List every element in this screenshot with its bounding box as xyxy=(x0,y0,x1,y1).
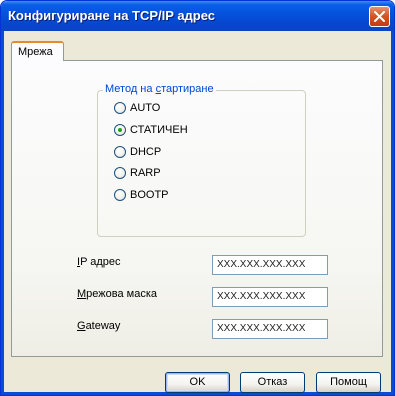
radio-button[interactable] xyxy=(114,124,126,136)
close-button[interactable] xyxy=(369,6,390,27)
radio-button[interactable] xyxy=(114,189,126,201)
radio-button[interactable] xyxy=(114,146,126,158)
radio-button[interactable] xyxy=(114,102,126,114)
cancel-button[interactable]: Отказ xyxy=(240,372,305,393)
window-frame-right xyxy=(391,31,394,395)
gateway-label: Gateway xyxy=(77,320,121,332)
ip-address-field[interactable]: XXX.XXX.XXX.XXX xyxy=(212,255,328,275)
radio-bootp-label: BOOTP xyxy=(130,189,169,201)
boot-method-group xyxy=(97,90,306,237)
radio-static-label: СТАТИЧЕН xyxy=(130,124,188,136)
radio-button[interactable] xyxy=(114,167,126,179)
radio-rarp-label: RARP xyxy=(130,167,161,179)
radio-selected-dot xyxy=(118,128,122,132)
boot-method-label: Метод на стартиране xyxy=(103,83,216,95)
gateway-field[interactable]: XXX.XXX.XXX.XXX xyxy=(212,319,328,339)
subnet-mask-label: Мрежова маска xyxy=(77,288,158,300)
help-button[interactable]: Помощ xyxy=(316,372,381,393)
tab-network[interactable]: Мрежа xyxy=(11,41,64,61)
window-frame-left xyxy=(1,31,4,395)
title-bar[interactable]: Конфигуриране на TCP/IP адрес xyxy=(1,1,394,31)
close-icon xyxy=(374,11,385,22)
ok-button[interactable]: OK xyxy=(165,372,230,393)
window-title: Конфигуриране на TCP/IP адрес xyxy=(8,8,216,23)
radio-auto-label: AUTO xyxy=(130,102,161,114)
tab-network-label: Мрежа xyxy=(18,46,53,58)
radio-dhcp-label: DHCP xyxy=(130,146,162,158)
ip-address-label: IP адрес xyxy=(77,256,121,268)
subnet-mask-field[interactable]: XXX.XXX.XXX.XXX xyxy=(212,287,328,307)
